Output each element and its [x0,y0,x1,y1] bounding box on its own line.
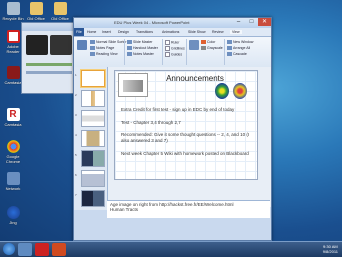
slide-thumbnail[interactable] [81,150,105,167]
zoom-icon[interactable] [189,40,199,50]
start-button[interactable] [3,243,15,255]
network-icon[interactable]: Network [1,172,25,191]
slide-bullet: Next week Chapter 5 Wiki with homework p… [121,151,249,156]
slide-thumbnails-pane[interactable]: 1 2 3 4 5 6 7 [74,67,108,210]
notes-master-button[interactable]: Notes Master [127,52,154,57]
slide-bullet: Test - Chapter 3,4 through 2,7 [121,120,181,125]
tab-animations[interactable]: Animations [162,30,179,34]
tab-file[interactable]: File [74,28,84,36]
powerpoint-taskbar-icon[interactable] [52,243,66,256]
color-button[interactable]: Color [201,40,215,45]
window-title: EDU Plus Week 04 - Microsoft PowerPoint [114,20,190,25]
grayscale-button[interactable]: Grayscale [201,46,223,51]
window-titlebar[interactable]: EDU Plus Week 04 - Microsoft PowerPoint … [74,18,271,28]
ribbon: Normal Slide Sorter Notes Page Reading V… [74,37,271,68]
recycle-bin-icon[interactable]: Recycle Bin [1,2,25,21]
slide-title: Announcements [166,74,224,83]
normal-view-icon[interactable] [77,40,87,50]
slide-bullet: Recommended: Give it some thought questi… [121,132,250,143]
notes-text-2: Human Tracts [110,207,139,212]
slide-thumbnail[interactable] [81,110,105,127]
slide[interactable]: Announcements Extra Credit for first tes… [114,70,258,180]
slide-canvas[interactable]: Announcements Extra Credit for first tes… [108,67,271,195]
camtasia-taskbar-icon[interactable] [35,243,49,256]
audio-meter [26,63,72,66]
brain-scan-image-1 [215,83,229,99]
tab-view[interactable]: View [230,30,242,34]
new-window-button[interactable]: New Window [227,40,253,45]
folder-icon-1[interactable]: Old Office [24,2,48,21]
reading-view-button[interactable]: Reading View [90,52,118,57]
close-button[interactable]: ✕ [258,18,271,26]
slide-sorter-button[interactable]: Normal Slide Sorter [90,40,127,45]
tab-home[interactable]: Home [87,30,96,34]
handout-master-button[interactable]: Handout Master [127,46,158,51]
taskbar: 9:30 AM 9/8/2011 [0,241,342,257]
folder-icon-2[interactable]: Old Office [48,2,72,21]
slide-thumbnail[interactable] [81,190,105,207]
gridlines-checkbox[interactable]: Gridlines [165,46,185,51]
slide-thumbnail[interactable] [81,70,105,87]
jing-icon[interactable]: Jing [1,206,25,225]
recorder-titlebar[interactable] [22,23,76,31]
tab-review[interactable]: Review [212,30,223,34]
record-button[interactable] [26,35,48,55]
tab-design[interactable]: Design [118,30,129,34]
guides-checkbox[interactable]: Guides [165,52,182,57]
ruler-checkbox[interactable]: Ruler [165,40,179,45]
slide-image-left [118,73,148,97]
stop-button[interactable] [50,35,72,55]
chrome-icon[interactable]: Google Chrome [1,140,25,164]
brain-scan-image-2 [233,83,247,99]
slide-bullet: Extra Credit for first test - sign up in… [121,107,235,112]
notes-pane[interactable]: Age image on right from http://hackst.fr… [107,200,270,218]
slide-thumbnail[interactable] [81,130,105,147]
system-clock[interactable]: 9:30 AM 9/8/2011 [323,244,338,254]
ribbon-tabs: File Home Insert Design Transitions Anim… [74,28,271,37]
tab-transitions[interactable]: Transitions [136,30,153,34]
slide-thumbnail[interactable] [81,170,105,187]
tab-insert[interactable]: Insert [102,30,111,34]
arrange-all-button[interactable]: Arrange All [227,46,250,51]
tab-slide-show[interactable]: Slide Show [188,30,206,34]
maximize-button[interactable]: □ [245,18,258,26]
explorer-taskbar-icon[interactable] [18,243,32,256]
progress-bar [26,71,72,74]
slide-thumbnail[interactable] [81,90,105,107]
slide-master-button[interactable]: Slide Master [127,40,152,45]
minimize-button[interactable]: – [232,18,245,26]
camtasia-recorder-icon[interactable]: R Camtasia [1,108,25,127]
notes-page-button[interactable]: Notes Page [90,46,114,51]
recorder-window[interactable] [21,22,77,94]
cascade-button[interactable]: Cascade [227,52,247,57]
